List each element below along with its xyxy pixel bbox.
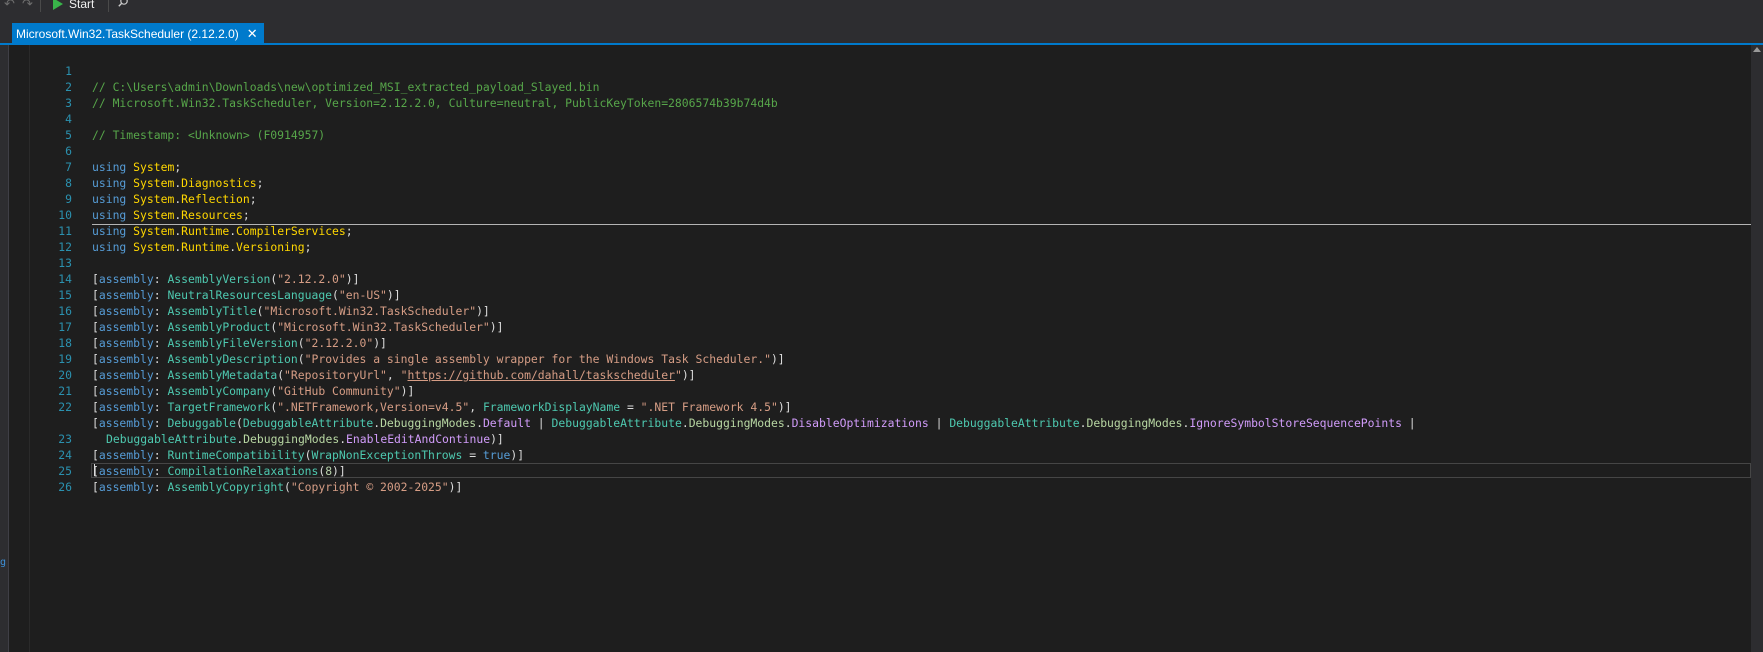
undo-icon[interactable]: ↶ <box>4 0 15 12</box>
document-tab-strip <box>0 23 1763 45</box>
code-line: 15 [assembly: AssemblyTitle("Microsoft.W… <box>29 271 1763 318</box>
string-literal: "Copyright © 2002-2025" <box>290 480 449 494</box>
search-icon[interactable] <box>118 0 128 7</box>
play-icon <box>53 0 63 10</box>
line-number: 26 <box>58 480 72 494</box>
code-line: 23 [assembly: RuntimeCompatibility(WrapN… <box>29 415 1763 462</box>
code-line: 9 using System.Resources; <box>29 175 1763 222</box>
toolbar: ↶ ↷ Start <box>0 0 1763 14</box>
code-line: 11 using System.Runtime.Versioning; <box>29 207 1763 254</box>
text-caret <box>94 464 95 476</box>
left-tool-strip: g <box>0 45 9 652</box>
toolbar-separator <box>108 0 109 12</box>
code-line: 6 using System; <box>29 127 1763 174</box>
vertical-scrollbar[interactable] <box>1751 45 1763 652</box>
code-line: 3 <box>29 79 1763 110</box>
start-label: Start <box>69 0 95 11</box>
close-icon[interactable]: ✕ <box>247 26 258 42</box>
code-line: 16 [assembly: AssemblyProduct("Microsoft… <box>29 287 1763 334</box>
side-strip-glyph: g <box>0 557 7 568</box>
code-line: 4 // Timestamp: <Unknown> (F0914957) <box>29 95 1763 142</box>
code-line: 2 // Microsoft.Win32.TaskScheduler, Vers… <box>29 63 1763 110</box>
code-line: 5 <box>29 111 1763 142</box>
editor-margin <box>9 45 30 652</box>
code-line: 7 using System.Diagnostics; <box>29 143 1763 190</box>
code-line: 1 // C:\Users\admin\Downloads\new\optimi… <box>29 47 1763 94</box>
code-line: 20 [assembly: AssemblyCompany("GitHub Co… <box>29 351 1763 398</box>
redo-icon[interactable]: ↷ <box>22 0 33 12</box>
code-line: 13 [assembly: AssemblyVersion("2.12.2.0"… <box>29 239 1763 286</box>
toolbar-separator <box>40 0 41 12</box>
tab-title: Microsoft.Win32.TaskScheduler (2.12.2.0) <box>16 26 239 41</box>
code-line: 24 [assembly: CompilationRelaxations(8)] <box>29 431 1763 478</box>
code-line: 8 using System.Reflection; <box>29 159 1763 206</box>
code-line: 14 [assembly: NeutralResourcesLanguage("… <box>29 255 1763 302</box>
code-line: 25 [assembly: AssemblyCopyright("Copyrig… <box>29 447 1763 494</box>
code-line: 21 [assembly: TargetFramework(".NETFrame… <box>29 367 1763 414</box>
code-line: 19 [assembly: AssemblyMetadata("Reposito… <box>29 335 1763 382</box>
code-lines: 1 // C:\Users\admin\Downloads\new\optimi… <box>29 47 1763 494</box>
code-line-current[interactable]: 26 <box>29 463 1763 494</box>
code-editor[interactable]: 1 // C:\Users\admin\Downloads\new\optimi… <box>9 45 1763 652</box>
keyword: assembly <box>98 480 154 494</box>
tab-taskscheduler[interactable]: Microsoft.Win32.TaskScheduler (2.12.2.0)… <box>12 23 264 44</box>
scroll-up-arrow-icon[interactable] <box>1753 47 1761 52</box>
attribute-name: AssemblyCopyright <box>167 480 285 494</box>
start-button[interactable]: Start <box>53 0 94 12</box>
line-number: 22 <box>58 400 72 414</box>
code-line: 22 [assembly: Debuggable(DebuggableAttri… <box>29 383 1763 446</box>
code-line: 10 using System.Runtime.CompilerServices… <box>29 191 1763 238</box>
code-line: 17 [assembly: AssemblyFileVersion("2.12.… <box>29 303 1763 350</box>
current-line-highlight <box>91 463 1751 478</box>
code-line: 12 <box>29 223 1763 254</box>
code-line: 18 [assembly: AssemblyDescription("Provi… <box>29 319 1763 366</box>
